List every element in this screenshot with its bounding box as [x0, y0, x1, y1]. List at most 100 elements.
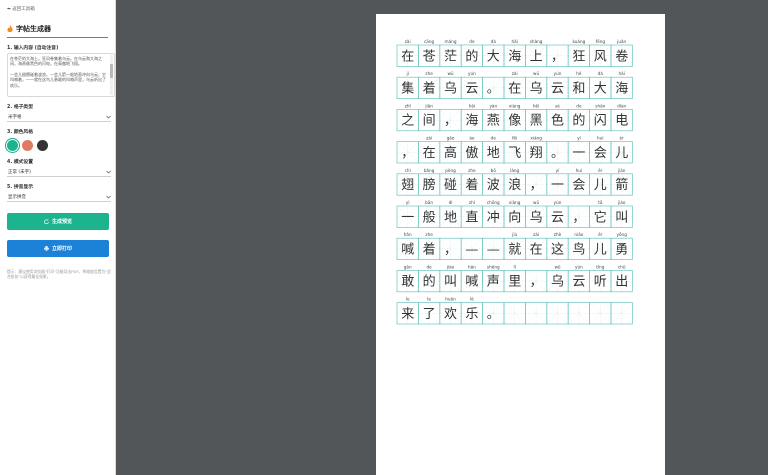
grid-cell: [525, 302, 548, 325]
hanzi-char: ，: [401, 146, 414, 161]
grid-cell: dà 大: [482, 39, 505, 67]
hanzi-char: 敢: [401, 275, 414, 290]
hanzi-char: 儿: [594, 243, 607, 258]
pinyin-label: bǎng: [424, 168, 435, 173]
pinyin-label: yí: [556, 168, 560, 173]
grid-cell: le 了: [418, 297, 441, 325]
grid-cell: zhe 着: [418, 232, 441, 260]
grid-cell: ér 儿: [589, 168, 612, 196]
hanzi-char: 黑: [530, 114, 543, 129]
hanzi-char: 声: [487, 275, 500, 290]
color-swatch-green[interactable]: [7, 140, 18, 151]
hanzi-char: 会: [594, 146, 607, 161]
generate-preview-button[interactable]: 生成预览: [7, 213, 109, 230]
textarea-paragraph-1: 在苍茫的大海上，狂风卷集着乌云。在乌云和大海之间，海燕像黑色的闪电，在高傲地飞翔…: [10, 56, 102, 67]
grid-cell: de 地: [482, 136, 505, 164]
grid-cell: dì 地: [439, 200, 462, 228]
hanzi-char: 着: [465, 177, 478, 193]
hanzi-char: 碰: [444, 178, 457, 193]
grid-cell: bǎng 膀: [418, 168, 441, 196]
hanzi-char: ，: [444, 243, 457, 258]
hanzi-char: 里: [508, 275, 521, 290]
grid-cell: wū 乌: [525, 200, 548, 228]
pinyin-select[interactable]: 显示拼音: [7, 193, 111, 202]
pinyin-label: hǎi: [512, 39, 518, 44]
grid-cell: tā 它: [589, 200, 612, 228]
grid-type-value: 米字格: [8, 115, 22, 120]
app-title: 字帖生成器: [16, 25, 51, 33]
scrollbar-thumb[interactable]: [110, 64, 113, 78]
grid-cell: yí 一: [567, 136, 590, 164]
hanzi-char: ，: [551, 49, 564, 64]
hanzi-char: 的: [572, 113, 585, 129]
grid-cell: 。: [546, 141, 569, 164]
hanzi-char: 了: [423, 307, 436, 322]
pinyin-label: zhí: [469, 200, 476, 205]
hanzi-char: 乐: [465, 307, 478, 322]
hanzi-char: 向: [508, 209, 521, 225]
grid-row: jí集zhe着wū乌yún云 。zài在wū乌yún云hé和dà大hǎi海: [396, 71, 633, 99]
hanzi-char: 的: [423, 274, 436, 290]
hanzi-char: 地: [444, 210, 457, 225]
pinyin-label: yún: [554, 200, 562, 205]
hanzi-char: 在: [423, 146, 436, 161]
color-swatch-black[interactable]: [37, 140, 48, 151]
grid-cell: wū 乌: [525, 71, 548, 99]
hanzi-char: 冲: [487, 210, 500, 225]
pinyin-label: cāng: [424, 39, 435, 44]
grid-cell: shēng 声: [482, 264, 505, 293]
hanzi-char: 箭: [615, 177, 628, 193]
grid-cell: [610, 302, 633, 325]
pinyin-label: shàng: [530, 39, 543, 44]
hanzi-char: 在: [401, 49, 414, 64]
pinyin-label: zhī: [405, 103, 412, 108]
grid-cell: pèng 碰: [439, 168, 462, 196]
pinyin-label: jiào: [617, 200, 626, 205]
textarea-scrollbar[interactable]: [110, 55, 113, 95]
grid-cell: 。: [482, 302, 505, 325]
hanzi-char: 狂: [572, 49, 585, 64]
pinyin-label: sè: [555, 103, 560, 108]
copybook-sheet: zài 在 cāng 苍 máng 茫 de 的 dà 大 hǎi 海 shàng 上 ， kuáng 狂 fēn…: [376, 14, 665, 475]
pinyin-label: làng: [510, 168, 519, 173]
hanzi-char: 大: [594, 82, 607, 97]
grid-cell: zhè 这: [546, 232, 569, 260]
hanzi-char: 叫: [615, 210, 628, 225]
grid-cell: ，: [439, 109, 462, 132]
color-swatch-red[interactable]: [22, 140, 33, 151]
hanzi-char: 一: [551, 178, 564, 193]
grid-type-select[interactable]: 米字格: [7, 113, 111, 122]
refresh-icon: [44, 219, 49, 224]
hanzi-char: 云: [551, 82, 564, 97]
grid-cell: xiáng 翔: [525, 136, 548, 164]
grid-cell: hǎi 海: [460, 103, 483, 132]
grid-cell: shàng 上: [525, 39, 548, 67]
mode-select[interactable]: 正常 (未字): [7, 168, 111, 177]
chevron-down-icon: [106, 195, 111, 199]
pinyin-label: yún: [554, 71, 562, 76]
grid-cell: yún 云: [546, 200, 569, 228]
grid-cell: ，: [525, 270, 548, 293]
pinyin-label: zài: [533, 232, 539, 237]
hanzi-char: 浪: [508, 178, 521, 193]
grid-cell: zài 在: [396, 39, 419, 67]
pinyin-label: fēng: [596, 39, 606, 44]
hanzi-char: 着: [423, 242, 436, 258]
hanzi-char: 色: [551, 113, 564, 129]
pinyin-label: jiàn: [617, 168, 626, 173]
grid-cell: [589, 302, 612, 325]
chevron-down-icon: [106, 170, 111, 174]
pinyin-label: wū: [447, 71, 453, 76]
pinyin-label: yún: [575, 264, 583, 269]
hanzi-char: 海: [465, 114, 478, 129]
print-now-button[interactable]: 立即打印: [7, 240, 109, 257]
color-swatches: [7, 139, 108, 152]
content-textarea[interactable]: 在苍茫的大海上，狂风卷集着乌云。在乌云和大海之间，海燕像黑色的闪电，在高傲地飞翔…: [7, 53, 115, 97]
grid-cell: xiàng 向: [503, 200, 526, 228]
back-to-toolbox-link[interactable]: ⬅ 返回工具箱: [7, 6, 108, 14]
hanzi-char: 着: [423, 81, 436, 97]
title-divider: [7, 37, 108, 38]
grid-cell: huì 会: [589, 136, 612, 164]
flame-icon: [7, 25, 13, 33]
grid-cell: sè 色: [546, 103, 569, 132]
